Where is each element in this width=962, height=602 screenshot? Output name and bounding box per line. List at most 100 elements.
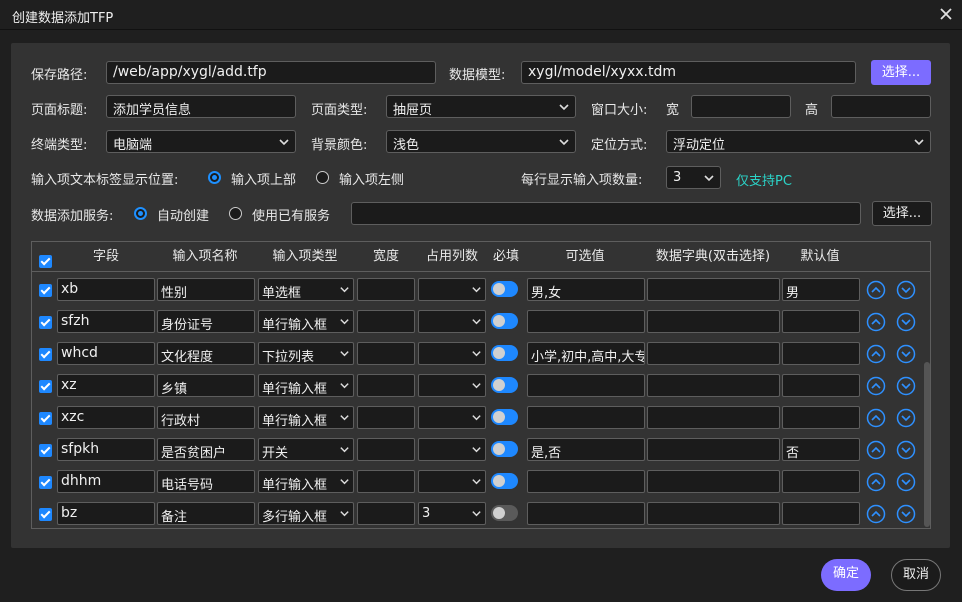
dict-cell[interactable]	[647, 502, 780, 525]
move-down-icon[interactable]	[896, 408, 916, 428]
type-select[interactable]: 单行输入框	[258, 374, 354, 397]
row-checkbox[interactable]	[39, 444, 52, 457]
move-up-icon[interactable]	[866, 280, 886, 300]
default-cell[interactable]	[782, 470, 860, 493]
cols-select[interactable]	[418, 342, 486, 365]
width-cell[interactable]	[357, 342, 415, 365]
dict-cell[interactable]	[647, 342, 780, 365]
move-up-icon[interactable]	[866, 344, 886, 364]
type-select[interactable]: 下拉列表	[258, 342, 354, 365]
choose-service-button[interactable]: 选择...	[872, 201, 932, 226]
bg-color-select[interactable]: 浅色	[386, 130, 576, 153]
field-cell[interactable]: dhhm	[57, 470, 155, 493]
required-toggle[interactable]	[491, 313, 518, 329]
cols-select[interactable]	[418, 470, 486, 493]
default-cell[interactable]	[782, 374, 860, 397]
service-existing-radio[interactable]	[229, 207, 242, 220]
save-path-input[interactable]: /web/app/xygl/add.tfp	[106, 61, 436, 84]
width-cell[interactable]	[357, 310, 415, 333]
required-toggle[interactable]	[491, 345, 518, 361]
options-cell[interactable]	[527, 470, 645, 493]
field-cell[interactable]: xzc	[57, 406, 155, 429]
required-toggle[interactable]	[491, 441, 518, 457]
move-up-icon[interactable]	[866, 472, 886, 492]
type-select[interactable]: 单选框	[258, 278, 354, 301]
position-select[interactable]: 浮动定位	[666, 130, 931, 153]
move-down-icon[interactable]	[896, 312, 916, 332]
type-select[interactable]: 单行输入框	[258, 310, 354, 333]
field-cell[interactable]: xz	[57, 374, 155, 397]
name-cell[interactable]: 性别	[157, 278, 255, 301]
service-input[interactable]	[351, 202, 861, 225]
row-checkbox[interactable]	[39, 412, 52, 425]
required-toggle[interactable]	[491, 505, 518, 521]
name-cell[interactable]: 电话号码	[157, 470, 255, 493]
width-cell[interactable]	[357, 438, 415, 461]
default-cell[interactable]	[782, 502, 860, 525]
choose-model-button[interactable]: 选择...	[871, 60, 931, 85]
type-select[interactable]: 开关	[258, 438, 354, 461]
move-down-icon[interactable]	[896, 376, 916, 396]
move-down-icon[interactable]	[896, 440, 916, 460]
dict-cell[interactable]	[647, 374, 780, 397]
cols-select[interactable]	[418, 406, 486, 429]
data-model-input[interactable]: xygl/model/xyxx.tdm	[521, 61, 856, 84]
name-cell[interactable]: 身份证号	[157, 310, 255, 333]
name-cell[interactable]: 乡镇	[157, 374, 255, 397]
cols-select[interactable]	[418, 278, 486, 301]
default-cell[interactable]	[782, 310, 860, 333]
service-auto-radio[interactable]	[134, 207, 147, 220]
move-up-icon[interactable]	[866, 440, 886, 460]
page-title-input[interactable]: 添加学员信息	[106, 95, 296, 118]
required-toggle[interactable]	[491, 473, 518, 489]
move-down-icon[interactable]	[896, 472, 916, 492]
type-select[interactable]: 单行输入框	[258, 470, 354, 493]
row-checkbox[interactable]	[39, 348, 52, 361]
close-icon[interactable]	[936, 4, 956, 24]
dict-cell[interactable]	[647, 278, 780, 301]
move-up-icon[interactable]	[866, 504, 886, 524]
label-top-radio[interactable]	[208, 171, 221, 184]
move-up-icon[interactable]	[866, 376, 886, 396]
row-checkbox[interactable]	[39, 508, 52, 521]
table-scrollbar[interactable]	[924, 362, 930, 527]
name-cell[interactable]: 行政村	[157, 406, 255, 429]
field-cell[interactable]: whcd	[57, 342, 155, 365]
ok-button[interactable]: 确定	[821, 559, 871, 591]
cancel-button[interactable]: 取消	[891, 559, 941, 591]
move-down-icon[interactable]	[896, 504, 916, 524]
window-height-input[interactable]	[831, 95, 931, 118]
window-width-input[interactable]	[691, 95, 791, 118]
dict-cell[interactable]	[647, 406, 780, 429]
row-checkbox[interactable]	[39, 316, 52, 329]
required-toggle[interactable]	[491, 281, 518, 297]
move-up-icon[interactable]	[866, 312, 886, 332]
options-cell[interactable]	[527, 502, 645, 525]
cols-select[interactable]	[418, 374, 486, 397]
row-checkbox[interactable]	[39, 380, 52, 393]
options-cell[interactable]: 是,否	[527, 438, 645, 461]
row-checkbox[interactable]	[39, 476, 52, 489]
cols-select[interactable]	[418, 310, 486, 333]
cols-select[interactable]: 3	[418, 502, 486, 525]
select-all-checkbox[interactable]	[39, 255, 52, 268]
field-cell[interactable]: sfzh	[57, 310, 155, 333]
name-cell[interactable]: 备注	[157, 502, 255, 525]
label-left-radio[interactable]	[316, 171, 329, 184]
name-cell[interactable]: 文化程度	[157, 342, 255, 365]
default-cell[interactable]: 否	[782, 438, 860, 461]
field-cell[interactable]: sfpkh	[57, 438, 155, 461]
required-toggle[interactable]	[491, 409, 518, 425]
field-cell[interactable]: xb	[57, 278, 155, 301]
options-cell[interactable]: 小学,初中,高中,大专	[527, 342, 645, 365]
move-down-icon[interactable]	[896, 344, 916, 364]
per-row-select[interactable]: 3	[666, 166, 721, 189]
field-cell[interactable]: bz	[57, 502, 155, 525]
dict-cell[interactable]	[647, 438, 780, 461]
move-up-icon[interactable]	[866, 408, 886, 428]
cols-select[interactable]	[418, 438, 486, 461]
options-cell[interactable]	[527, 310, 645, 333]
terminal-type-select[interactable]: 电脑端	[106, 130, 296, 153]
options-cell[interactable]: 男,女	[527, 278, 645, 301]
row-checkbox[interactable]	[39, 284, 52, 297]
